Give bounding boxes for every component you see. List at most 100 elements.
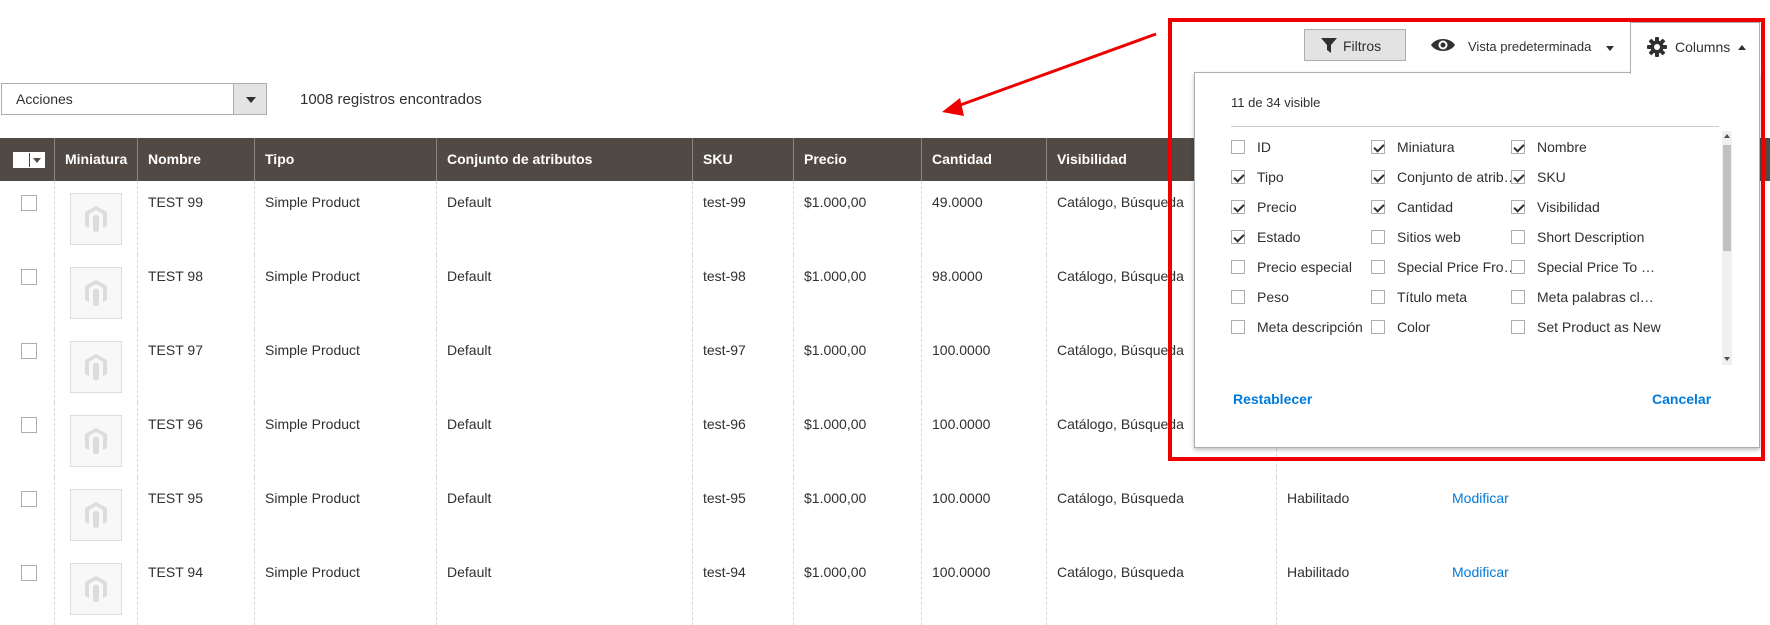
column-option-checkbox[interactable] — [1231, 260, 1245, 274]
cell-sku: test-94 — [693, 551, 794, 625]
cell-sku: test-96 — [693, 403, 794, 477]
row-checkbox[interactable] — [21, 269, 37, 285]
row-checkbox[interactable] — [21, 417, 37, 433]
column-option-checkbox[interactable] — [1231, 320, 1245, 334]
product-thumbnail[interactable] — [70, 489, 122, 541]
cell-sku: test-97 — [693, 329, 794, 403]
column-option-checkbox[interactable] — [1231, 290, 1245, 304]
column-option-checkbox[interactable] — [1231, 140, 1245, 154]
column-option-checkbox[interactable] — [1511, 230, 1525, 244]
actions-dropdown-toggle[interactable] — [233, 84, 266, 114]
placeholder-logo-icon — [85, 576, 107, 603]
column-option-label: Peso — [1257, 289, 1289, 305]
cell-quantity: 49.0000 — [922, 181, 1047, 255]
column-option-label: Visibilidad — [1537, 199, 1600, 215]
cell-name: TEST 99 — [138, 181, 255, 255]
cell-type: Simple Product — [255, 551, 437, 625]
column-option-label: Precio — [1257, 199, 1297, 215]
actions-dropdown[interactable]: Acciones — [1, 83, 267, 115]
column-option-checkbox[interactable] — [1371, 170, 1385, 184]
cell-status: Habilitado — [1287, 490, 1350, 506]
filters-button-label: Filtros — [1343, 38, 1382, 54]
product-thumbnail[interactable] — [70, 267, 122, 319]
mass-select-checkbox[interactable] — [13, 152, 45, 168]
column-option-checkbox[interactable] — [1371, 200, 1385, 214]
column-option-checkbox[interactable] — [1231, 170, 1245, 184]
cell-type: Simple Product — [255, 477, 437, 551]
column-option-label: Set Product as New — [1537, 319, 1661, 335]
column-option-label: Cantidad — [1397, 199, 1454, 215]
cancel-button[interactable]: Cancelar — [1652, 391, 1711, 407]
cell-thumbnail — [55, 255, 138, 329]
filters-button[interactable]: Filtros — [1304, 29, 1406, 61]
scroll-down-icon[interactable] — [1724, 357, 1730, 361]
column-option-checkbox[interactable] — [1511, 290, 1525, 304]
product-thumbnail[interactable] — [70, 415, 122, 467]
column-option-label: Nombre — [1537, 139, 1587, 155]
cell-price: $1.000,00 — [794, 255, 922, 329]
columns-button[interactable]: Columns — [1630, 22, 1760, 74]
column-option-checkbox[interactable] — [1511, 260, 1525, 274]
cell-thumbnail — [55, 551, 138, 625]
row-checkbox[interactable] — [21, 491, 37, 507]
column-option-label: Estado — [1257, 229, 1301, 245]
cell-name: TEST 95 — [138, 477, 255, 551]
cell-action[interactable]: Modificar — [1442, 551, 1552, 625]
cell-thumbnail — [55, 477, 138, 551]
column-option-label: Título meta — [1397, 289, 1468, 305]
column-option-checkbox[interactable] — [1231, 200, 1245, 214]
column-option-label: Precio especial — [1257, 259, 1352, 275]
table-row: TEST 95 Simple Product Default test-95 $1.00… — [0, 477, 1770, 551]
column-option-checkbox[interactable] — [1371, 290, 1385, 304]
column-option-label: ID — [1257, 139, 1271, 155]
columns-scrollbar-thumb[interactable] — [1723, 145, 1731, 251]
cell-select — [0, 329, 55, 403]
column-header-price[interactable]: Precio — [794, 138, 922, 181]
product-thumbnail[interactable] — [70, 341, 122, 393]
column-header-name[interactable]: Nombre — [138, 138, 255, 181]
annotation-arrow — [942, 32, 1157, 116]
column-option-checkbox[interactable] — [1371, 140, 1385, 154]
columns-panel: 11 de 34 visible ID Miniatura Nombre Tipo Co… — [1194, 72, 1760, 448]
column-option-checkbox[interactable] — [1371, 320, 1385, 334]
column-option-label: Meta descripción — [1257, 319, 1363, 335]
column-header-type[interactable]: Tipo — [255, 138, 437, 181]
columns-scrollbar[interactable] — [1722, 131, 1732, 365]
cell-status: Habilitado — [1287, 564, 1350, 580]
product-thumbnail[interactable] — [70, 563, 122, 615]
cell-quantity: 100.0000 — [922, 329, 1047, 403]
column-option-checkbox[interactable] — [1511, 320, 1525, 334]
row-checkbox[interactable] — [21, 343, 37, 359]
row-checkbox[interactable] — [21, 565, 37, 581]
cell-attribute-set: Default — [437, 329, 693, 403]
cell-attribute-set: Default — [437, 477, 693, 551]
column-header-attribute-set[interactable]: Conjunto de atributos — [437, 138, 693, 181]
reset-columns-button[interactable]: Restablecer — [1233, 391, 1312, 407]
cell-quantity: 100.0000 — [922, 403, 1047, 477]
column-header-quantity[interactable]: Cantidad — [922, 138, 1047, 181]
product-thumbnail[interactable] — [70, 193, 122, 245]
visible-columns-count: 11 de 34 visible — [1231, 95, 1321, 110]
scroll-up-icon[interactable] — [1724, 134, 1730, 138]
column-option-label: Meta palabras clave — [1537, 289, 1661, 305]
cell-select — [0, 551, 55, 625]
column-header-thumbnail[interactable]: Miniatura — [55, 138, 138, 181]
column-option-checkbox[interactable] — [1231, 230, 1245, 244]
column-option-label: Special Price To Date — [1537, 259, 1661, 275]
column-option-label: Color — [1397, 319, 1431, 335]
column-header-sku[interactable]: SKU — [693, 138, 794, 181]
mass-select-column — [0, 138, 55, 181]
cell-sku: test-99 — [693, 181, 794, 255]
column-option-checkbox[interactable] — [1511, 140, 1525, 154]
row-checkbox[interactable] — [21, 195, 37, 211]
cell-name: TEST 94 — [138, 551, 255, 625]
cell-action[interactable]: Modificar — [1442, 477, 1552, 551]
column-option-checkbox[interactable] — [1511, 200, 1525, 214]
columns-button-label: Columns — [1675, 39, 1731, 55]
column-option-label: Tipo — [1257, 169, 1284, 185]
column-option-checkbox[interactable] — [1511, 170, 1525, 184]
column-option-checkbox[interactable] — [1371, 260, 1385, 274]
placeholder-logo-icon — [85, 354, 107, 381]
column-option-checkbox[interactable] — [1371, 230, 1385, 244]
placeholder-logo-icon — [85, 280, 107, 307]
